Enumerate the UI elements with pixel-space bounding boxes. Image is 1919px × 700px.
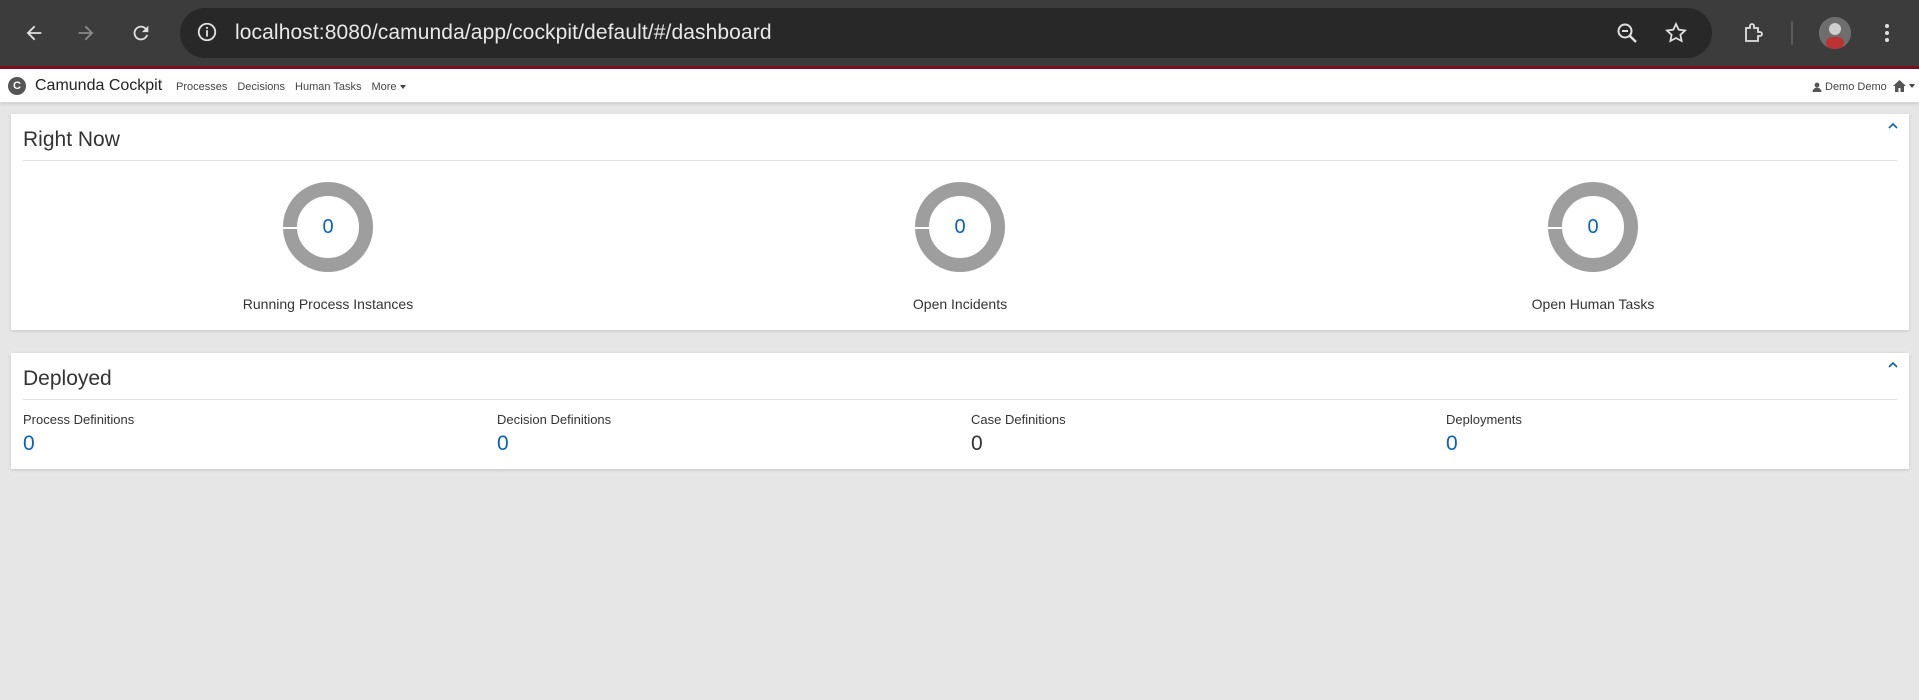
donut-tick <box>1548 227 1562 229</box>
home-menu[interactable] <box>1893 80 1915 92</box>
brand-title[interactable]: Camunda Cockpit <box>35 77 162 95</box>
panel-title: Right Now <box>23 128 120 151</box>
main-nav: Processes Decisions Human Tasks More <box>176 81 406 93</box>
metric-running-process-instances[interactable]: 0 Running Process Instances <box>208 182 448 312</box>
caret-down-icon <box>1909 84 1915 88</box>
deployed-panel: Deployed Process Definitions 0 Decision … <box>11 353 1909 469</box>
stat-label: Deployments <box>1446 412 1522 427</box>
donut-chart[interactable]: 0 <box>915 182 1005 272</box>
address-bar[interactable]: localhost:8080/camunda/app/cockpit/defau… <box>180 8 1712 58</box>
stat-case-definitions: Case Definitions 0 <box>971 412 1066 456</box>
divider <box>23 160 1897 161</box>
metric-value: 0 <box>954 216 966 238</box>
menu-dots-icon[interactable] <box>1871 17 1903 49</box>
nav-human-tasks[interactable]: Human Tasks <box>295 81 361 93</box>
stat-label: Case Definitions <box>971 412 1066 427</box>
metric-label: Running Process Instances <box>242 296 414 312</box>
stat-label: Process Definitions <box>23 412 135 427</box>
forward-icon[interactable] <box>70 17 102 49</box>
extensions-icon[interactable] <box>1737 17 1769 49</box>
camunda-logo-icon[interactable]: C <box>8 77 26 95</box>
metric-value: 0 <box>1587 216 1599 238</box>
metric-value: 0 <box>322 216 334 238</box>
stat-value: 0 <box>971 432 983 455</box>
reload-icon[interactable] <box>125 17 157 49</box>
stat-process-definitions: Process Definitions 0 <box>23 412 134 456</box>
divider <box>23 399 1897 400</box>
user-menu[interactable]: Demo Demo <box>1812 81 1887 93</box>
donut-tick <box>915 227 929 229</box>
metric-open-human-tasks[interactable]: 0 Open Human Tasks <box>1473 182 1713 312</box>
nav-processes[interactable]: Processes <box>176 81 227 93</box>
stat-decision-definitions: Decision Definitions 0 <box>497 412 611 456</box>
user-icon <box>1812 82 1822 92</box>
back-icon[interactable] <box>18 17 50 49</box>
panel-title: Deployed <box>23 367 112 390</box>
donut-tick <box>283 227 297 229</box>
home-icon <box>1893 80 1906 92</box>
collapse-chevron-icon[interactable] <box>1887 360 1899 370</box>
right-now-panel: Right Now 0 Running Process Instances 0 … <box>11 114 1909 330</box>
stat-label: Decision Definitions <box>497 412 612 427</box>
collapse-chevron-icon[interactable] <box>1887 121 1899 131</box>
zoom-icon[interactable] <box>1615 21 1639 50</box>
caret-down-icon <box>399 85 406 90</box>
stat-deployments: Deployments 0 <box>1446 412 1522 456</box>
browser-toolbar: localhost:8080/camunda/app/cockpit/defau… <box>0 0 1919 69</box>
donut-chart[interactable]: 0 <box>1548 182 1638 272</box>
site-info-icon[interactable] <box>196 21 218 48</box>
nav-more-dropdown[interactable]: More <box>371 81 406 93</box>
nav-decisions[interactable]: Decisions <box>237 81 285 93</box>
bookmark-star-icon[interactable] <box>1664 21 1688 50</box>
metric-label: Open Incidents <box>912 296 1008 312</box>
user-name: Demo Demo <box>1825 81 1887 93</box>
donut-chart[interactable]: 0 <box>283 182 373 272</box>
app-navbar: C Camunda Cockpit Processes Decisions Hu… <box>0 69 1919 103</box>
metric-open-incidents[interactable]: 0 Open Incidents <box>840 182 1080 312</box>
metric-label: Open Human Tasks <box>1531 296 1655 312</box>
stat-value-link[interactable]: 0 <box>497 432 611 456</box>
profile-avatar[interactable] <box>1819 17 1851 49</box>
toolbar-separator <box>1791 21 1793 45</box>
stat-value-link[interactable]: 0 <box>1446 432 1522 456</box>
url-text: localhost:8080/camunda/app/cockpit/defau… <box>235 21 772 44</box>
nav-more-label: More <box>371 81 397 93</box>
stat-value-link[interactable]: 0 <box>23 432 134 456</box>
